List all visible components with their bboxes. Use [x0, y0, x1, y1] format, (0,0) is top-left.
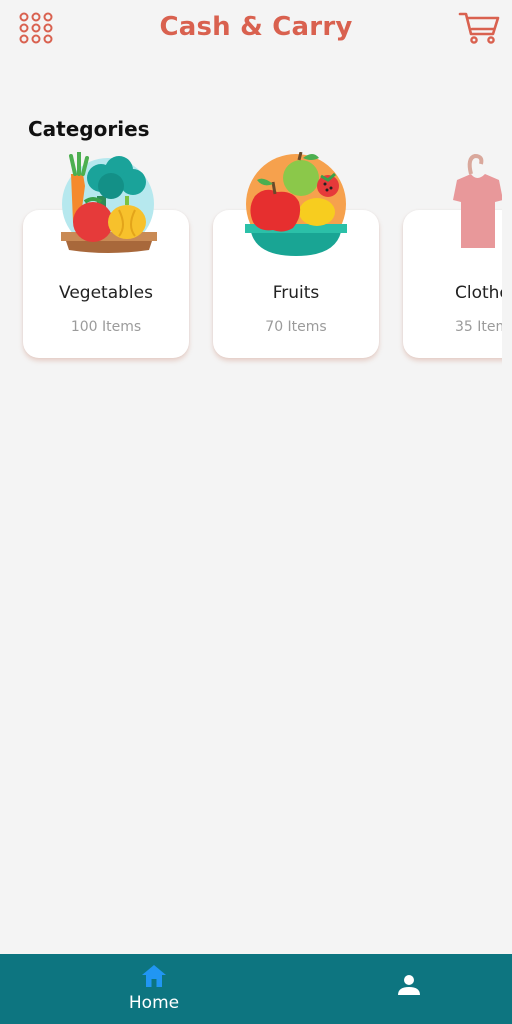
- vegetables-illustration: [61, 152, 157, 253]
- categories-heading: Categories: [28, 117, 150, 141]
- cart-button[interactable]: [458, 10, 502, 46]
- category-count: 35 Items: [455, 319, 502, 335]
- category-card-fruits[interactable]: Fruits 70 Items: [213, 152, 379, 358]
- nav-home-button[interactable]: Home: [108, 954, 200, 1024]
- category-name: Vegetables: [59, 283, 153, 303]
- categories-carousel[interactable]: Vegetables 100 Items Fruits 70 Items Clo…: [0, 150, 502, 380]
- category-card-vegetables[interactable]: Vegetables 100 Items: [23, 152, 189, 358]
- fruits-illustration: [245, 152, 347, 256]
- home-icon: [142, 965, 166, 987]
- clothes-illustration: [453, 153, 502, 248]
- category-count: 70 Items: [265, 319, 327, 335]
- nav-home-label: Home: [128, 993, 180, 1013]
- category-name: Clothes: [455, 283, 502, 303]
- nav-profile-button[interactable]: [386, 966, 432, 1012]
- bottom-navigation: Home: [0, 954, 512, 1024]
- category-card-clothes[interactable]: Clothes 35 Items: [403, 153, 502, 358]
- app-title: Cash & Carry: [159, 12, 353, 42]
- app-bar: Cash & Carry: [0, 0, 512, 60]
- person-icon: [398, 975, 420, 995]
- cart-icon: [458, 12, 500, 44]
- category-name: Fruits: [272, 283, 320, 303]
- category-count: 100 Items: [70, 319, 142, 335]
